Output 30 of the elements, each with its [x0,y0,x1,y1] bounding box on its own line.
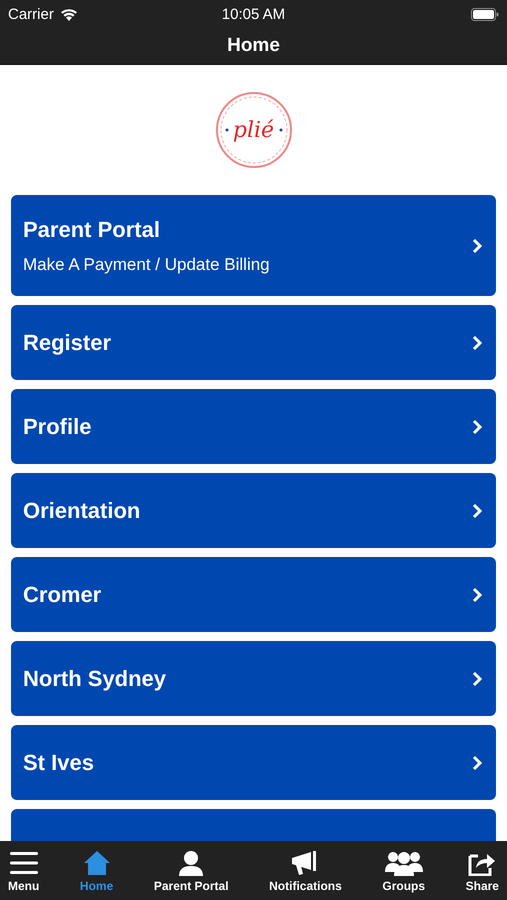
menu-card[interactable]: Orientation [11,473,496,548]
tab-item[interactable]: Share [462,841,503,900]
chevron-icon [472,586,482,602]
menu-card[interactable]: Parent Portal Make A Payment / Update Billing [11,195,496,296]
person-icon [178,850,204,876]
tab-item[interactable]: Groups [378,841,430,900]
chevron-icon [472,754,482,770]
chevron-icon [472,238,482,254]
screen-title: Home [227,35,280,57]
menu-card[interactable]: Cromer [11,557,496,632]
chevron-icon [472,334,482,350]
menu-card[interactable]: Register [11,305,496,380]
menu-card[interactable]: North Sydney [11,641,496,716]
menu-icon [8,850,39,876]
status-time: 10:05 AM [222,6,286,22]
wifi-icon [60,8,78,20]
tab-item[interactable]: Home [76,841,118,900]
menu-card[interactable]: Profile [11,389,496,464]
tab-item[interactable]: Menu [4,841,44,900]
groups-icon [384,850,424,876]
tab-item[interactable]: Parent Portal [150,841,233,900]
tab-item[interactable]: Notifications [265,841,346,900]
chevron-icon [472,502,482,518]
carrier-label: Carrier [8,6,54,22]
chevron-icon [472,670,482,686]
chevron-icon [472,418,482,434]
school-logo: plié [214,90,294,170]
battery-icon [471,8,499,20]
menu-card[interactable]: St Ives [11,725,496,800]
home-icon [82,850,111,876]
